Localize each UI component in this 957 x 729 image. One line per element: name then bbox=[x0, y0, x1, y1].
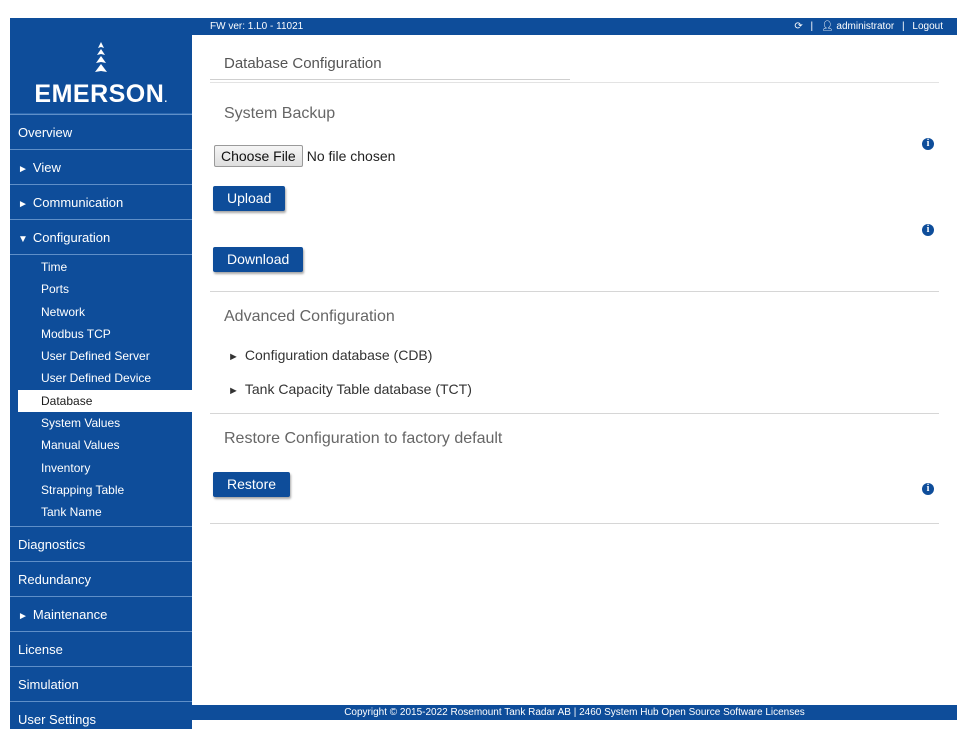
expand-arrow-icon: ► bbox=[228, 385, 239, 397]
sidebar-item-communication[interactable]: ► Communication bbox=[10, 184, 192, 219]
sidebar-item-label: License bbox=[18, 641, 63, 657]
sidebar-subitem-modbus-tcp[interactable]: Modbus TCP bbox=[18, 323, 192, 345]
sidebar-subitem-user-defined-server[interactable]: User Defined Server bbox=[18, 345, 192, 367]
sidebar-item-configuration[interactable]: ▼ Configuration bbox=[10, 219, 192, 254]
expand-arrow-icon: ► bbox=[18, 164, 28, 175]
sidebar-subitem-network[interactable]: Network bbox=[18, 301, 192, 323]
sidebar-item-license[interactable]: License bbox=[10, 630, 192, 666]
sidebar-subitem-time[interactable]: Time bbox=[18, 256, 192, 278]
restore-button[interactable]: Restore bbox=[213, 472, 291, 497]
configuration-submenu: Time Ports Network Modbus TCP User Defined S… bbox=[10, 254, 192, 526]
choose-file-button[interactable]: Choose File bbox=[214, 145, 303, 167]
sidebar-subitem-tank-name[interactable]: Tank Name bbox=[18, 501, 192, 523]
sidebar-subitem-database[interactable]: Database bbox=[18, 389, 192, 413]
system-backup-title: System Backup bbox=[224, 105, 336, 122]
sidebar-item-redundancy[interactable]: Redundancy bbox=[10, 560, 192, 596]
sidebar-item-label: Simulation bbox=[18, 676, 79, 692]
divider bbox=[210, 523, 939, 524]
sidebar-subitem-system-values[interactable]: System Values bbox=[18, 412, 192, 434]
main-content: Database Configuration System Backup i C… bbox=[192, 35, 957, 705]
sidebar-item-view[interactable]: ► View bbox=[10, 149, 192, 184]
sidebar-subitem-manual-values[interactable]: Manual Values bbox=[18, 434, 192, 456]
sidebar: EMERSON. Overview ► View ► Communication ▼ Con… bbox=[10, 18, 192, 729]
username-link[interactable]: administrator bbox=[836, 21, 894, 32]
brand-name: EMERSON. bbox=[34, 80, 168, 108]
sidebar-item-simulation[interactable]: Simulation bbox=[10, 665, 192, 701]
download-button[interactable]: Download bbox=[213, 247, 304, 272]
expand-arrow-icon: ► bbox=[228, 351, 239, 363]
file-status: No file chosen bbox=[306, 148, 396, 164]
refresh-icon[interactable]: ⟳ bbox=[794, 21, 802, 32]
firmware-version: FW ver: 1.L0 - 11021 bbox=[210, 21, 304, 32]
restore-title: Restore Configuration to factory default bbox=[224, 430, 503, 447]
brand-logo: EMERSON. bbox=[10, 18, 192, 114]
user-icon: 👤︎ bbox=[820, 21, 834, 32]
expand-arrow-icon: ► bbox=[18, 610, 28, 622]
page-title: Database Configuration bbox=[224, 55, 382, 72]
sidebar-item-label: Overview bbox=[18, 125, 73, 140]
download-info-icon[interactable]: i bbox=[922, 224, 934, 236]
sidebar-item-user-settings[interactable]: User Settings bbox=[10, 700, 192, 729]
divider bbox=[210, 291, 939, 292]
sidebar-item-maintenance[interactable]: ► Maintenance bbox=[10, 595, 192, 631]
upload-button[interactable]: Upload bbox=[213, 186, 286, 211]
advanced-config-title: Advanced Configuration bbox=[224, 308, 395, 325]
sidebar-subitem-inventory[interactable]: Inventory bbox=[18, 457, 192, 479]
sidebar-subitem-strapping-table[interactable]: Strapping Table bbox=[18, 479, 192, 501]
sidebar-item-label: View bbox=[32, 160, 61, 175]
restore-info-icon[interactable]: i bbox=[922, 483, 934, 495]
backup-info-icon[interactable]: i bbox=[922, 138, 934, 150]
divider bbox=[210, 82, 939, 83]
sidebar-subitem-user-defined-device[interactable]: User Defined Device bbox=[18, 367, 192, 389]
divider bbox=[210, 79, 570, 80]
sidebar-item-label: Communication bbox=[32, 195, 124, 210]
sidebar-item-label: Configuration bbox=[32, 230, 111, 245]
sidebar-subitem-ports[interactable]: Ports bbox=[18, 278, 192, 300]
emerson-logo-mark-icon bbox=[95, 42, 107, 72]
sidebar-item-label: Maintenance bbox=[32, 606, 108, 622]
collapse-arrow-icon: ▼ bbox=[18, 234, 28, 245]
file-chooser: Choose File No file chosen bbox=[214, 145, 395, 167]
logout-link[interactable]: Logout bbox=[912, 21, 943, 32]
sidebar-item-diagnostics[interactable]: Diagnostics bbox=[10, 525, 192, 561]
cdb-expander[interactable]: ► Configuration database (CDB) bbox=[228, 347, 432, 363]
sidebar-item-label: Redundancy bbox=[18, 571, 91, 587]
divider bbox=[210, 413, 939, 414]
sidebar-item-overview[interactable]: Overview bbox=[10, 114, 192, 149]
sidebar-item-label: User Settings bbox=[18, 711, 97, 727]
expand-arrow-icon: ► bbox=[18, 199, 28, 210]
header-bar: FW ver: 1.L0 - 11021 ⟳ | 👤︎ administrato… bbox=[192, 18, 957, 35]
tct-expander[interactable]: ► Tank Capacity Table database (TCT) bbox=[228, 381, 472, 397]
footer[interactable]: Copyright © 2015-2022 Rosemount Tank Rad… bbox=[192, 705, 957, 720]
sidebar-item-label: Diagnostics bbox=[18, 536, 86, 552]
